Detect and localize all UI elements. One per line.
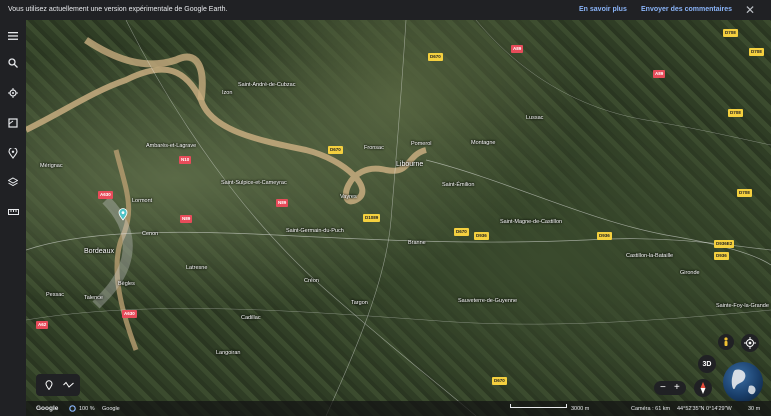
road-shield: D708 (723, 29, 738, 37)
road-shield: A630 (122, 310, 137, 318)
road-shield: A62 (36, 321, 49, 329)
zoom-out-button[interactable]: − (660, 381, 666, 395)
scale-bar (510, 404, 567, 408)
map-label: Vayres (340, 194, 357, 200)
road-shield: N89 (180, 215, 193, 223)
road-shield: D1089 (363, 214, 381, 222)
road-shield: D936 (714, 252, 729, 260)
map-label: Pomerol (411, 141, 432, 147)
places-icon[interactable] (5, 145, 21, 161)
projects-icon[interactable] (5, 115, 21, 131)
road-shield: D708 (749, 48, 764, 56)
satellite-map[interactable]: Saint-André-de-Cubzac Libourne Bordeaux … (26, 20, 771, 416)
toggle-3d-button[interactable]: 3D (698, 355, 716, 373)
road-shield: D708 (737, 189, 752, 197)
map-label: Saint-Magne-de-Castillon (500, 219, 563, 225)
zoom-in-button[interactable]: + (674, 381, 680, 395)
map-label: Créon (304, 278, 319, 284)
road-shield: N89 (276, 199, 289, 207)
map-label: Gironde (680, 270, 700, 276)
map-label: Bordeaux (84, 248, 114, 255)
pegman-icon[interactable] (718, 334, 734, 350)
compass-icon[interactable] (694, 379, 712, 397)
google-logo: Google (36, 405, 59, 412)
road-shield: A89 (653, 70, 666, 78)
map-label: Pessac (46, 292, 65, 298)
scale-label: 3000 m (571, 406, 590, 412)
road-shield: D936 (597, 232, 612, 240)
map-label: Saint-Germain-du-Puch (286, 228, 344, 234)
map-label: Langoiran (216, 350, 241, 356)
zoom-percent: 100 % (79, 406, 95, 412)
map-label: Saint-Émilion (442, 182, 475, 188)
road-shield: D670 (328, 146, 343, 154)
coordinates: 44°52'35"N 0°14'29"W (677, 406, 732, 412)
map-label: Saint-Sulpice-et-Cameyrac (221, 180, 287, 186)
zoom-control: − + (654, 381, 686, 395)
map-label: Sainte-Foy-la-Grande (716, 303, 769, 309)
globe-icon[interactable] (723, 362, 763, 402)
draw-path-icon[interactable] (63, 381, 74, 389)
send-feedback-link[interactable]: Envoyer des commentaires (641, 6, 732, 13)
map-label: Izon (222, 90, 233, 96)
map-label: Latresne (186, 265, 208, 271)
status-bar: Google 100 % Google 3000 m Caméra : 61 k… (26, 401, 771, 416)
map-label: Castillon-la-Bataille (626, 253, 674, 259)
map-label: Ambarès-et-Lagrave (146, 143, 197, 149)
close-icon[interactable]: ✕ (745, 3, 755, 17)
map-label: Montagne (471, 140, 496, 146)
map-label: Fronsac (364, 145, 384, 151)
menu-icon[interactable] (5, 28, 21, 44)
voyager-icon[interactable] (5, 85, 21, 101)
map-label: Lormont (132, 198, 153, 204)
map-tools-box (36, 374, 80, 396)
location-pin-icon[interactable] (118, 208, 128, 221)
banner-message: Vous utilisez actuellement une version e… (8, 6, 228, 13)
road-shield: A89 (511, 45, 524, 53)
road-shield: A630 (98, 191, 113, 199)
map-label: Branne (408, 240, 426, 246)
elevation: 30 m (748, 406, 761, 412)
layers-icon[interactable] (5, 174, 21, 190)
road-shield: N10 (179, 156, 192, 164)
left-toolbar (0, 20, 26, 416)
map-label: Sauveterre-de-Guyenne (458, 298, 518, 304)
road-shield: D936 (474, 232, 489, 240)
map-label: Saint-André-de-Cubzac (238, 82, 296, 88)
map-label: Talence (84, 295, 103, 301)
map-label: Mérignac (40, 163, 63, 169)
map-label: Cenon (142, 231, 159, 237)
learn-more-link[interactable]: En savoir plus (579, 6, 627, 13)
add-placemark-icon[interactable] (45, 380, 53, 390)
map-label: Bègles (118, 281, 135, 287)
experimental-banner: Vous utilisez actuellement une version e… (0, 0, 771, 20)
my-location-icon[interactable] (741, 334, 759, 352)
map-roads-layer (26, 20, 771, 416)
ruler-icon[interactable] (5, 204, 21, 220)
road-shield: D670 (454, 228, 469, 236)
search-icon[interactable] (5, 55, 21, 71)
road-shield: D708 (728, 109, 743, 117)
road-shield: D670 (428, 53, 443, 61)
attribution[interactable]: Google (102, 406, 120, 412)
map-label: Lussac (526, 115, 544, 121)
map-label: Cadillac (241, 315, 261, 321)
loading-circle-icon (69, 405, 76, 414)
camera-altitude: Caméra : 61 km (631, 406, 671, 412)
road-shield: D670 (492, 377, 507, 385)
map-label: Targon (351, 300, 368, 306)
map-label: Libourne (396, 161, 424, 168)
road-shield: D936E2 (714, 240, 735, 248)
